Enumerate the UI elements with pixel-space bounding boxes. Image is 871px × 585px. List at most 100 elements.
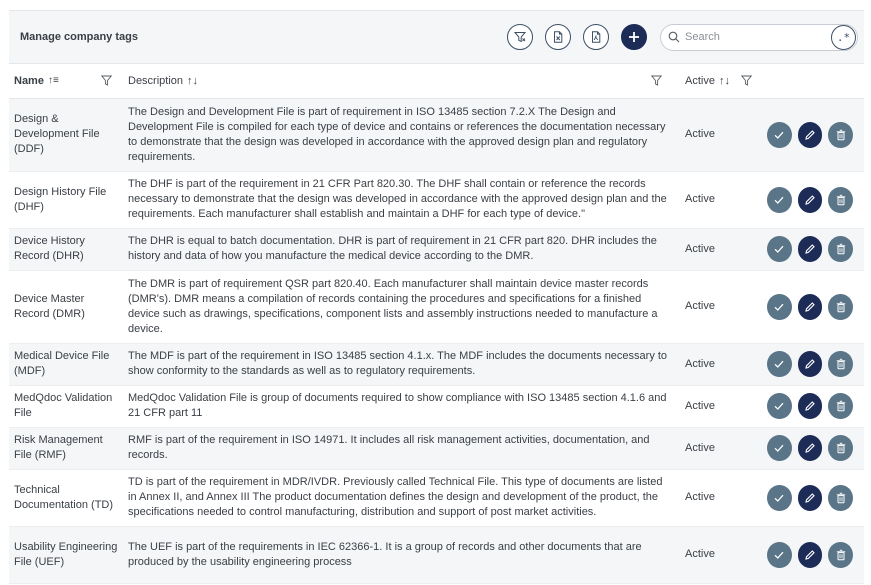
delete-button[interactable] (828, 541, 853, 568)
column-header-description[interactable]: Description ↑↓ (123, 64, 680, 99)
table-row: Medical Device File (MDF) The MDF is par… (9, 343, 864, 386)
tag-name: Device Master Record (DMR) (9, 270, 123, 344)
row-actions (762, 427, 864, 470)
approve-button[interactable] (766, 541, 792, 568)
approve-button[interactable] (766, 351, 792, 377)
column-header-name[interactable]: Name ↑≡ (9, 64, 123, 99)
row-actions (762, 171, 864, 229)
check-icon (774, 551, 784, 559)
tag-description: The MDF is part of the requirement in IS… (123, 343, 680, 386)
edit-button[interactable] (797, 121, 823, 148)
pencil-icon (805, 443, 815, 453)
filter-icon[interactable] (741, 75, 752, 86)
table-row: Technical Documentation (TD) TD is part … (9, 469, 864, 527)
edit-button[interactable] (797, 293, 823, 320)
trash-icon (836, 400, 845, 412)
delete-button[interactable] (828, 293, 853, 320)
pencil-icon (805, 129, 815, 140)
check-icon (774, 303, 784, 311)
approve-button[interactable] (766, 435, 792, 461)
approve-button[interactable] (766, 293, 792, 320)
pencil-icon (805, 359, 815, 369)
tag-name: Medical Device File (MDF) (9, 343, 123, 386)
approve-button[interactable] (766, 393, 792, 419)
tag-description: MedQdoc Validation File is group of docu… (123, 385, 680, 428)
pencil-icon (805, 401, 815, 411)
trash-icon (836, 194, 845, 205)
tag-name: Design & Development File (DDF) (9, 98, 123, 172)
status-text: Active (680, 98, 762, 172)
pencil-icon (805, 244, 815, 254)
status-text: Active (680, 270, 762, 344)
check-icon (774, 360, 784, 368)
regex-toggle-button[interactable]: .* (831, 24, 856, 50)
pencil-icon (805, 549, 815, 560)
check-icon (774, 444, 784, 452)
trash-icon (836, 301, 845, 312)
delete-button[interactable] (828, 484, 853, 511)
column-active-label: Active (685, 74, 715, 87)
search-box: .* (660, 23, 858, 51)
check-icon (774, 131, 784, 139)
add-tag-button[interactable] (621, 24, 647, 50)
edit-button[interactable] (797, 186, 823, 213)
tag-name: Design History File (DHF) (9, 171, 123, 229)
clear-filter-button[interactable] (507, 24, 533, 50)
row-actions (762, 385, 864, 428)
tag-description: The DMR is part of requirement QSR part … (123, 270, 680, 344)
delete-button[interactable] (828, 186, 853, 213)
status-text: Active (680, 427, 762, 470)
filter-clear-icon (514, 32, 526, 43)
pencil-icon (805, 301, 815, 312)
filter-icon[interactable] (101, 75, 112, 86)
trash-icon (836, 549, 845, 560)
column-header-actions (762, 64, 864, 99)
status-text: Active (680, 469, 762, 527)
row-actions (762, 98, 864, 172)
edit-button[interactable] (797, 393, 823, 419)
table-row: Design History File (DHF) The DHF is par… (9, 171, 864, 229)
manage-tags-panel: Manage company tags Search .* Name ↑≡ De… (9, 10, 864, 585)
search-icon (668, 31, 680, 43)
approve-button[interactable] (766, 186, 792, 213)
trash-icon (836, 442, 845, 454)
edit-button[interactable] (797, 351, 823, 377)
table-row: Usability Engineering File (UEF) The UEF… (9, 526, 864, 584)
pencil-icon (805, 492, 815, 503)
export-csv-button[interactable] (545, 24, 571, 50)
delete-button[interactable] (828, 393, 853, 419)
tag-name: MedQdoc Validation File (9, 385, 123, 428)
delete-button[interactable] (828, 236, 853, 262)
export-pdf-button[interactable] (583, 24, 609, 50)
column-header-active[interactable]: Active ↑↓ (680, 64, 762, 99)
table-row: Device Master Record (DMR) The DMR is pa… (9, 270, 864, 344)
filter-icon[interactable] (651, 75, 662, 86)
edit-button[interactable] (797, 435, 823, 461)
tag-description: The DHR is equal to batch documentation.… (123, 228, 680, 271)
approve-button[interactable] (766, 236, 792, 262)
edit-button[interactable] (797, 541, 823, 568)
tag-name: Device History Record (DHR) (9, 228, 123, 271)
tag-description: The DHF is part of the requirement in 21… (123, 171, 680, 229)
status-text: Active (680, 343, 762, 386)
edit-button[interactable] (797, 484, 823, 511)
approve-button[interactable] (766, 484, 792, 511)
status-text: Active (680, 228, 762, 271)
panel-header: Manage company tags Search .* (9, 11, 864, 64)
table-row: MedQdoc Validation File MedQdoc Validati… (9, 385, 864, 428)
table-row: Risk Management File (RMF) RMF is part o… (9, 427, 864, 470)
status-text: Active (680, 385, 762, 428)
search-input[interactable] (685, 31, 835, 43)
delete-button[interactable] (828, 351, 853, 377)
sort-icon[interactable]: ↑↓ (719, 75, 730, 87)
delete-button[interactable] (828, 435, 853, 461)
edit-button[interactable] (797, 236, 823, 262)
row-actions (762, 228, 864, 271)
trash-icon (836, 129, 845, 140)
sort-asc-icon[interactable]: ↑≡ (48, 75, 59, 86)
approve-button[interactable] (766, 121, 792, 148)
sort-icon[interactable]: ↑↓ (187, 75, 198, 87)
column-description-label: Description (128, 74, 184, 87)
delete-button[interactable] (828, 121, 853, 148)
check-icon (774, 245, 784, 253)
